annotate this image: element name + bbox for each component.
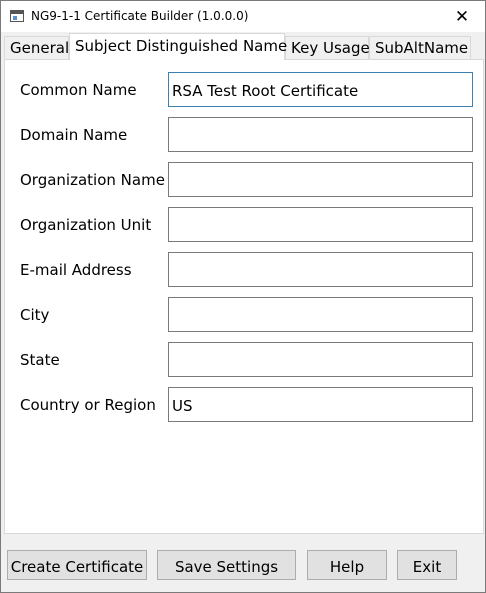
- organization-name-row: Organization Name: [5, 162, 483, 198]
- country-region-label: Country or Region: [20, 396, 156, 414]
- subject-dn-panel: Common Name Domain Name Organization Nam…: [4, 59, 484, 534]
- organization-name-input[interactable]: [168, 162, 473, 197]
- email-address-row: E-mail Address: [5, 252, 483, 288]
- email-address-input[interactable]: [168, 252, 473, 287]
- tab-strip: General Subject Distinguished Name Key U…: [4, 33, 484, 60]
- domain-name-input[interactable]: [168, 117, 473, 152]
- city-row: City: [5, 297, 483, 333]
- app-window-icon: [10, 10, 24, 22]
- state-label: State: [20, 351, 60, 369]
- state-input[interactable]: [168, 342, 473, 377]
- city-input[interactable]: [168, 297, 473, 332]
- title-bar: NG9-1-1 Certificate Builder (1.0.0.0) ✕: [1, 1, 485, 32]
- tab-general[interactable]: General: [4, 36, 69, 59]
- tab-key-usage[interactable]: Key Usage: [285, 36, 370, 59]
- state-row: State: [5, 342, 483, 378]
- common-name-label: Common Name: [20, 81, 137, 99]
- help-button[interactable]: Help: [307, 550, 387, 580]
- close-icon[interactable]: ✕: [439, 1, 485, 32]
- exit-button[interactable]: Exit: [397, 550, 457, 580]
- save-settings-button[interactable]: Save Settings: [157, 550, 296, 580]
- common-name-row: Common Name: [5, 72, 483, 108]
- app-window: NG9-1-1 Certificate Builder (1.0.0.0) ✕ …: [0, 0, 486, 593]
- domain-name-label: Domain Name: [20, 126, 128, 144]
- organization-unit-input[interactable]: [168, 207, 473, 242]
- organization-name-label: Organization Name: [20, 171, 165, 189]
- country-region-row: Country or Region: [5, 387, 483, 423]
- tab-subaltname[interactable]: SubAltName: [369, 36, 471, 59]
- country-region-input[interactable]: [168, 387, 473, 422]
- organization-unit-row: Organization Unit: [5, 207, 483, 243]
- window-title: NG9-1-1 Certificate Builder (1.0.0.0): [31, 9, 249, 23]
- common-name-input[interactable]: [168, 72, 473, 107]
- tab-subject-distinguished-name[interactable]: Subject Distinguished Name: [69, 33, 287, 60]
- domain-name-row: Domain Name: [5, 117, 483, 153]
- organization-unit-label: Organization Unit: [20, 216, 152, 234]
- email-address-label: E-mail Address: [20, 261, 132, 279]
- city-label: City: [20, 306, 50, 324]
- create-certificate-button[interactable]: Create Certificate: [7, 550, 147, 580]
